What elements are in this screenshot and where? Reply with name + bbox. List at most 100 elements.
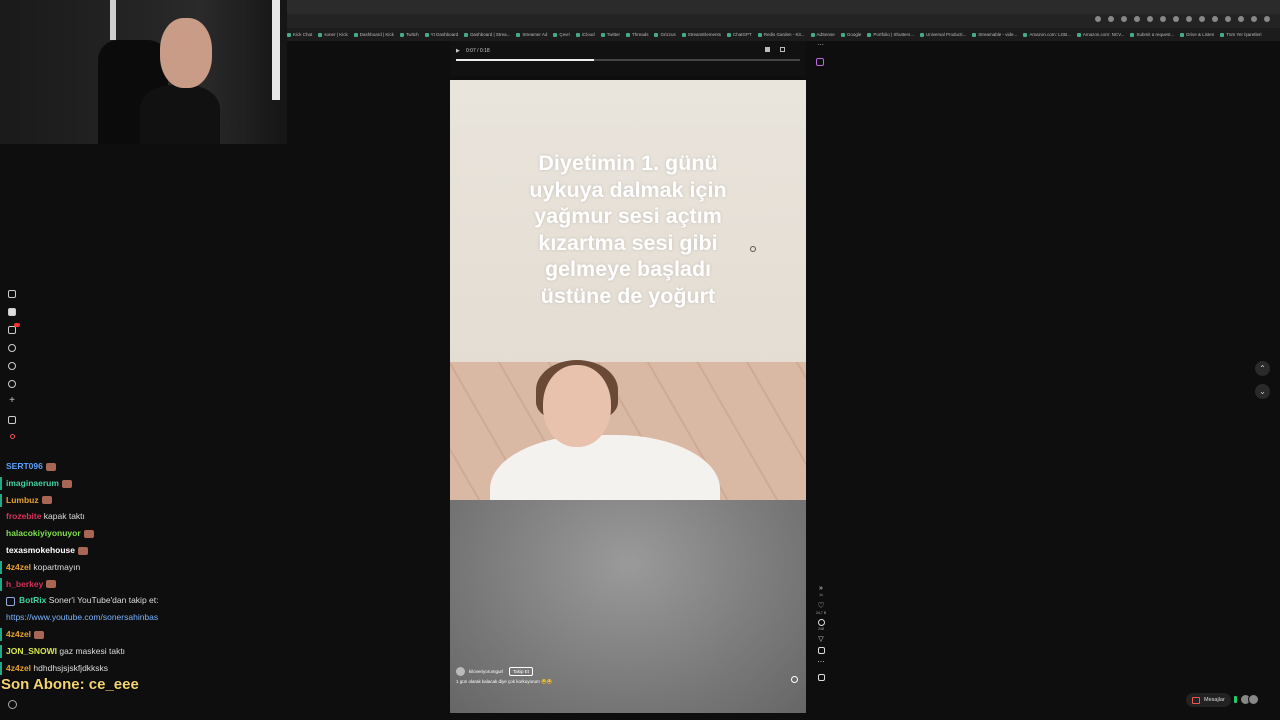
bookmark-icon: [553, 32, 558, 37]
profile-icon[interactable]: [9, 434, 15, 439]
menu-icon[interactable]: [8, 416, 16, 424]
chat-message: BotRix Soner'i YouTube'dan takip et:: [0, 592, 287, 609]
bookmark-item[interactable]: ChatGPT: [727, 32, 752, 37]
bookmark-item[interactable]: Twitter: [600, 32, 620, 37]
bookmark-item[interactable]: Drive & Listen: [1180, 32, 1214, 37]
bookmark-icon: [920, 32, 925, 37]
progress-track[interactable]: [456, 59, 800, 61]
bot-badge-icon: [6, 596, 15, 606]
chat-username[interactable]: JON_SNOWI: [6, 646, 57, 656]
chat-username[interactable]: SERT096: [6, 461, 43, 471]
mouse-cursor: [750, 246, 756, 252]
comment-button[interactable]: 248: [817, 619, 825, 631]
bookmark-item[interactable]: Amazon.com: LGB...: [1023, 32, 1071, 37]
bookmark-item[interactable]: Dashboard | Strea...: [464, 32, 510, 37]
sound-icon[interactable]: [791, 676, 798, 683]
chat-username[interactable]: frozebite: [6, 511, 41, 521]
bookmark-item[interactable]: Redis Garden - Kit...: [757, 32, 805, 37]
bookmark-item[interactable]: Threads: [625, 32, 648, 37]
chat-message: imaginaerum: [0, 475, 287, 492]
browser-address-bar[interactable]: [287, 14, 1280, 28]
next-reel-button[interactable]: ⌄: [1255, 384, 1270, 399]
bookmark-item[interactable]: Çevri: [553, 32, 570, 37]
follow-button[interactable]: Takip Et: [509, 667, 534, 676]
sidebar-nav: +: [0, 285, 24, 444]
like-button[interactable]: ♡ 24,7 B: [816, 601, 826, 615]
plus-icon[interactable]: +: [8, 396, 16, 406]
reels-icon[interactable]: [8, 308, 16, 316]
caption-line: uykuya dalmak için: [529, 177, 727, 202]
volume-icon[interactable]: [765, 47, 770, 52]
chat-username[interactable]: imaginaerum: [6, 478, 59, 488]
bookmark-item[interactable]: Streamer Ad: [516, 32, 547, 37]
audio-button[interactable]: [817, 674, 825, 681]
chat-username[interactable]: texasmokehouse: [6, 545, 75, 555]
bookmark-icon: [867, 32, 872, 37]
chat-text: Soner'i YouTube'dan takip et:: [46, 595, 159, 606]
bookmark-item[interactable]: Streamable - vide...: [972, 32, 1017, 37]
bookmark-item[interactable]: Grizzus: [654, 32, 676, 37]
bookmark-item[interactable]: Submit a request...: [1130, 32, 1174, 37]
speed-label: 1x: [819, 593, 823, 597]
search-icon[interactable]: [8, 344, 16, 352]
bookmark-item[interactable]: Twitch: [399, 32, 419, 37]
bookmark-item[interactable]: StreamElements: [681, 32, 721, 37]
messages-button[interactable]: Mesajlar: [1186, 693, 1231, 707]
browser-extension-icons[interactable]: [1095, 16, 1270, 22]
home-icon[interactable]: [8, 290, 16, 298]
picture-in-picture-icon[interactable]: [816, 58, 824, 66]
chat-username[interactable]: 4z4zel: [6, 663, 31, 673]
bookmark-icon: [840, 32, 845, 37]
bookmark-item[interactable]: Universal Producti...: [920, 32, 966, 37]
bookmark-item[interactable]: Google: [840, 32, 861, 37]
bookmark-item[interactable]: Tüm Yer İşaretleri: [1220, 32, 1262, 37]
more-icon: ⋯: [817, 659, 825, 666]
avatar[interactable]: [456, 667, 465, 676]
chat-emote-icon: [41, 496, 52, 505]
messages-icon[interactable]: [8, 323, 20, 334]
bookmark-icon: [1130, 32, 1135, 37]
bookmark-icon: [516, 32, 521, 37]
play-icon[interactable]: ▶: [456, 48, 460, 54]
chat-username[interactable]: Lumbuz: [6, 495, 39, 505]
bookmark-icon: [817, 647, 825, 654]
bookmark-item[interactable]: Kick Chat: [287, 32, 312, 37]
user-icon[interactable]: [8, 700, 17, 709]
bookmark-icon: [727, 32, 731, 37]
chat-message: h_berkey: [0, 576, 287, 593]
video-username[interactable]: kiloveriyorumgurl: [469, 669, 503, 674]
chat-emote-icon: [45, 462, 56, 471]
chat-username[interactable]: 4z4zel: [6, 562, 31, 572]
share-button[interactable]: ▽: [818, 635, 823, 643]
speed-button[interactable]: » 1x: [819, 585, 823, 597]
chat-username[interactable]: BotRix: [19, 595, 46, 605]
chat-username[interactable]: halacokiyiyonuyor: [6, 528, 81, 538]
chat-username[interactable]: h_berkey: [6, 579, 43, 589]
save-button[interactable]: [817, 647, 825, 654]
bookmark-icon: [654, 32, 659, 37]
fullscreen-icon[interactable]: [780, 47, 785, 52]
heart-icon[interactable]: [8, 380, 16, 388]
bookmark-icon: [399, 32, 404, 37]
message-avatars[interactable]: [1233, 694, 1259, 705]
chat-message: frozebite kapak taktı: [0, 508, 287, 525]
bookmark-item[interactable]: Portfolio | Shutters...: [867, 32, 914, 37]
explore-icon[interactable]: [8, 362, 16, 370]
chat-emote-icon: [77, 546, 88, 555]
player-time: 0:07 / 0:18: [466, 48, 490, 54]
more-button[interactable]: ⋯: [818, 658, 825, 666]
bookmark-item[interactable]: AdSense: [810, 32, 835, 37]
bookmark-item[interactable]: iCloud: [575, 32, 595, 37]
chat-username[interactable]: 4z4zel: [6, 629, 31, 639]
bookmark-item[interactable]: Amazon.com: NCV...: [1076, 32, 1124, 37]
message-icon: [1192, 696, 1200, 704]
bookmark-item[interactable]: Yt Dashboard: [424, 32, 458, 37]
bookmark-item[interactable]: Dashboard | Kick: [353, 32, 394, 37]
chat-message: halacokiyiyonuyor: [0, 525, 287, 542]
previous-reel-button[interactable]: ⌃: [1255, 361, 1270, 376]
bookmark-icon: [1180, 32, 1185, 37]
more-options-icon[interactable]: ⋯: [817, 41, 824, 49]
bookmark-item[interactable]: soner | Kick: [318, 32, 348, 37]
chat-message: https://www.youtube.com/sonersahinbas: [0, 609, 287, 626]
reel-video[interactable]: Diyetimin 1. günü uykuya dalmak için yağmu…: [450, 80, 806, 713]
